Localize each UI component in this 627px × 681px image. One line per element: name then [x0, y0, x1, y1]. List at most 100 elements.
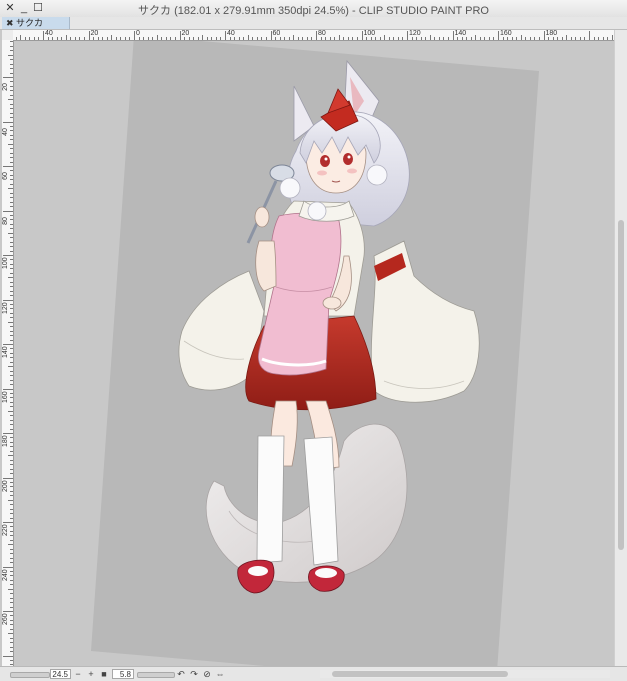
ruler-tick [10, 197, 13, 199]
ruler-tick [65, 35, 67, 40]
ruler-tick [56, 37, 58, 40]
ruler-tick [3, 344, 13, 345]
ruler-tick [3, 477, 13, 479]
ruler-tick [147, 37, 149, 40]
canvas-area[interactable] [14, 41, 614, 666]
ruler-tick [538, 37, 540, 40]
ruler-tick [83, 37, 85, 40]
ruler-tick [10, 450, 13, 452]
ruler-tick [10, 90, 13, 92]
ruler-tick [10, 384, 13, 386]
rotate-right-button[interactable]: ↷ [189, 668, 199, 680]
ruler-tick [534, 37, 536, 40]
ruler-tick [598, 37, 600, 40]
ruler-tick [8, 455, 13, 457]
ruler-tick [225, 31, 226, 40]
ruler-label: 140 [454, 30, 467, 37]
ruler-tick [10, 50, 13, 52]
ruler-tick [570, 37, 572, 40]
ruler-tick [543, 31, 545, 40]
ruler-tick [525, 37, 527, 40]
ruler-tick [10, 553, 13, 555]
ruler-tick [8, 99, 13, 101]
ruler-tick [243, 37, 245, 40]
zoom-slider[interactable] [10, 672, 50, 678]
ruler-tick [156, 35, 158, 40]
ruler-tick [24, 37, 26, 40]
ruler-tick [3, 566, 13, 568]
ruler-tick [33, 37, 35, 40]
ruler-tick [3, 121, 13, 123]
ruler-tick [211, 37, 213, 40]
zoom-in-button[interactable]: + [86, 668, 96, 680]
horizontal-scroll-thumb[interactable] [332, 671, 508, 677]
ruler-tick [10, 117, 13, 119]
ruler-tick [8, 588, 13, 590]
ruler-tick [10, 286, 13, 288]
ruler-tick [407, 31, 408, 40]
ruler-tick [261, 37, 263, 40]
ruler-tick [10, 579, 13, 581]
ruler-tick [361, 31, 363, 40]
ruler-tick [179, 31, 181, 40]
ruler-tick [10, 259, 13, 261]
ruler-tick [265, 37, 267, 40]
ruler-tick [10, 406, 13, 408]
horizontal-ruler[interactable]: 40 20 0 20 40 60 80 100 120 140 160 180 [13, 30, 614, 41]
ruler-tick [10, 557, 13, 559]
ruler-tick [10, 250, 13, 252]
ruler-tick [10, 526, 13, 528]
horizontal-scrollbar[interactable] [320, 670, 610, 678]
ruler-label: 60 [272, 30, 281, 37]
ruler-tick [10, 464, 13, 466]
ruler-tick [575, 37, 577, 40]
ruler-tick [10, 490, 13, 492]
ruler-tick [10, 659, 13, 661]
ruler-tick [10, 495, 13, 497]
ruler-tick [529, 37, 531, 40]
ruler-tick [10, 330, 13, 332]
vertical-ruler[interactable]: 20 40 60 80 100 120 140 160 180 200 220 240 260 [2, 40, 14, 666]
zoom-field[interactable]: 24.5 [50, 669, 71, 679]
ruler-tick [557, 37, 559, 40]
reset-rotation-button[interactable]: ⊘ [202, 668, 212, 680]
ruler-tick [611, 35, 613, 40]
flip-horizontal-button[interactable]: ⇔ [215, 668, 225, 680]
ruler-tick [10, 539, 13, 541]
fit-view-button[interactable]: ■ [99, 668, 109, 680]
ruler-tick [10, 415, 13, 417]
ruler-tick [252, 37, 254, 40]
ruler-tick [488, 37, 490, 40]
ruler-tick [302, 37, 304, 40]
ruler-tick [88, 31, 90, 40]
document-tab[interactable]: ✖ サクカ [2, 17, 70, 29]
status-bar: 24.5 − + ■ 5.8 ↶ ↷ ⊘ ⇔ [0, 666, 627, 681]
rotation-field[interactable]: 5.8 [112, 669, 134, 679]
ruler-label: 0 [136, 30, 140, 37]
ruler-label: 20 [181, 30, 190, 37]
ruler-tick [10, 437, 13, 439]
rotation-slider[interactable] [137, 672, 175, 678]
ruler-tick [579, 37, 581, 40]
vertical-scrollbar[interactable] [614, 30, 627, 666]
ruler-label: 200 [2, 479, 9, 492]
ruler-tick [197, 37, 199, 40]
ruler-tick [10, 201, 13, 203]
ruler-tick [293, 35, 295, 40]
ruler-tick [3, 655, 13, 657]
ruler-tick [3, 255, 13, 256]
ruler-tick [70, 37, 72, 40]
ruler-tick [338, 35, 340, 40]
ruler-tick [10, 41, 13, 43]
ruler-tick [29, 37, 31, 40]
rotate-left-button[interactable]: ↶ [176, 668, 186, 680]
ruler-tick [3, 166, 13, 167]
tab-close-icon[interactable]: ✖ [6, 17, 14, 29]
sock-left [256, 435, 285, 564]
ruler-tick [443, 37, 445, 40]
ruler-tick [10, 397, 13, 399]
zoom-out-button[interactable]: − [73, 668, 83, 680]
ruler-tick [10, 139, 13, 141]
vertical-scroll-thumb[interactable] [618, 220, 624, 550]
ruler-tick [347, 37, 349, 40]
